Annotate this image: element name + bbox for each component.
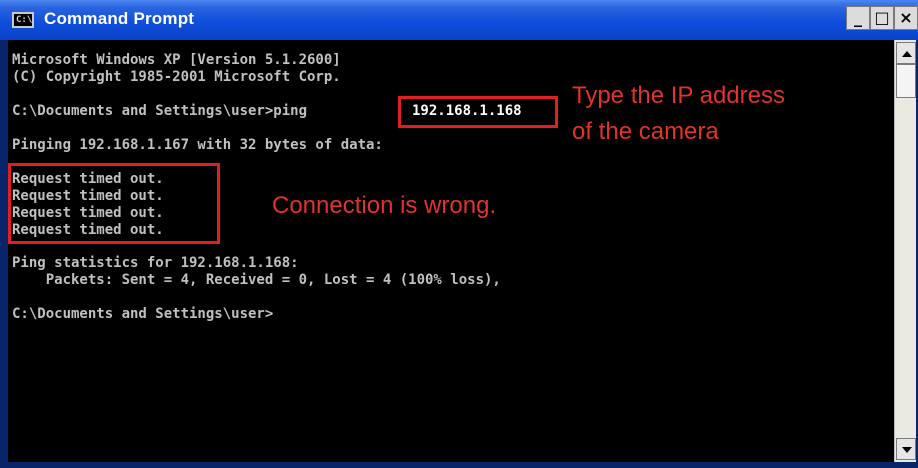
minimize-button[interactable]: _ — [846, 6, 870, 30]
console-line: Ping statistics for 192.168.1.168: — [12, 255, 299, 271]
connection-error-annotation: Connection is wrong. — [272, 192, 497, 219]
command-prompt-icon[interactable]: C:\ — [12, 12, 34, 28]
console-line: C:\Documents and Settings\user>ping — [12, 103, 316, 119]
command-prompt-window: C:\ Command Prompt _ □ × Microsoft Windo… — [0, 0, 918, 468]
console-line: Pinging 192.168.1.167 with 32 bytes of d… — [12, 137, 383, 153]
timeout-highlight-box — [8, 163, 220, 244]
close-button[interactable]: × — [894, 6, 918, 30]
window-bottom-border — [0, 462, 918, 468]
console-line: Microsoft Windows XP [Version 5.1.2600] — [12, 52, 341, 68]
scroll-thumb[interactable] — [896, 64, 916, 98]
vertical-scrollbar[interactable] — [894, 40, 916, 464]
title-bar[interactable]: C:\ Command Prompt _ □ × — [0, 0, 918, 40]
up-arrow-icon — [902, 51, 912, 57]
ip-hint-annotation: Type the IP address — [572, 82, 786, 109]
ip-hint-annotation-line2: of the camera — [572, 118, 719, 145]
down-arrow-icon — [902, 447, 912, 453]
console-line: Packets: Sent = 4, Received = 0, Lost = … — [12, 272, 501, 288]
scroll-up-button[interactable] — [896, 42, 916, 64]
window-title: Command Prompt — [44, 9, 195, 28]
ip-highlight-box — [398, 96, 558, 128]
console-line: C:\Documents and Settings\user> — [12, 306, 274, 322]
maximize-button[interactable]: □ — [870, 6, 894, 30]
scroll-down-button[interactable] — [896, 438, 916, 460]
console-line: (C) Copyright 1985-2001 Microsoft Corp. — [12, 69, 341, 85]
console-output[interactable]: Microsoft Windows XP [Version 5.1.2600] … — [8, 40, 894, 464]
